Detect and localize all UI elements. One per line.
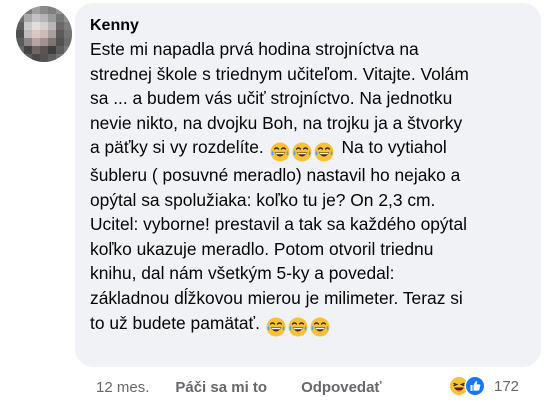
- avatar-pixel: [40, 38, 48, 46]
- reactions-summary[interactable]: 172: [448, 375, 519, 397]
- avatar-pixel: [16, 38, 24, 46]
- comment-line-with-emoji: a päťky si vy rozdelíte. Na to vytiahol: [90, 135, 529, 163]
- avatar-pixel: [56, 30, 64, 38]
- avatar-pixel: [24, 22, 32, 30]
- avatar[interactable]: [16, 6, 72, 62]
- avatar-pixel: [16, 6, 24, 14]
- avatar-pixel: [48, 14, 56, 22]
- like-reaction-icon: [464, 375, 486, 397]
- avatar-pixel: [48, 46, 56, 54]
- comment-line: nevie nikto, na dvojku Boh, na trojku ja…: [90, 112, 463, 133]
- comment-line: knihu, dal nám všetkým 5-ky a povedal:: [90, 263, 395, 284]
- comment-line: základnou dĺžkovou mierou je milimeter. …: [90, 287, 463, 308]
- avatar-pixel: [64, 38, 72, 46]
- avatar-pixel: [16, 30, 24, 38]
- avatar-pixel: [24, 6, 32, 14]
- comment-line: Este mi napadla prvá hodina strojníctva …: [90, 39, 419, 59]
- avatar-pixel: [16, 22, 24, 30]
- avatar-pixel: [64, 30, 72, 38]
- avatar-pixel: [40, 14, 48, 22]
- avatar-pixel: [16, 46, 24, 54]
- avatar-pixel: [32, 46, 40, 54]
- avatar-pixel: [48, 22, 56, 30]
- laughing-tears-emoji: [291, 141, 312, 162]
- avatar-pixel: [56, 46, 64, 54]
- avatar-pixel: [48, 54, 56, 62]
- comment-line-segment: to už budete pamätať.: [90, 312, 260, 333]
- avatar-pixel: [24, 46, 32, 54]
- avatar-pixel: [56, 54, 64, 62]
- laughing-tears-emoji: [287, 316, 308, 337]
- avatar-pixel: [32, 38, 40, 46]
- avatar-pixel: [56, 14, 64, 22]
- avatar-pixel: [32, 30, 40, 38]
- comment-timestamp[interactable]: 12 mes.: [96, 379, 149, 396]
- comment-line: Ucitel: vyborne! prestavil a tak sa každ…: [90, 214, 467, 235]
- avatar-pixel: [40, 30, 48, 38]
- reply-button[interactable]: Odpovedať: [301, 379, 382, 396]
- avatar-pixel: [56, 22, 64, 30]
- laughing-tears-emoji: [269, 141, 290, 162]
- avatar-pixel: [48, 6, 56, 14]
- like-button[interactable]: Páči sa mi to: [175, 379, 267, 396]
- comment-bubble: Kenny Este mi napadla prvá hodina strojn…: [75, 3, 541, 367]
- reaction-count: 172: [494, 377, 520, 395]
- comment-line-with-emoji: to už budete pamätať.: [90, 311, 529, 339]
- avatar-pixel: [24, 14, 32, 22]
- avatar-pixel: [64, 54, 72, 62]
- avatar-pixel: [24, 54, 32, 62]
- avatar-pixel: [32, 6, 40, 14]
- laughing-tears-emoji: [309, 316, 330, 337]
- avatar-pixel: [16, 54, 24, 62]
- comment-text: Este mi napadla prvá hodina strojníctva …: [90, 37, 529, 338]
- emoji-group: [269, 138, 336, 163]
- comment-line-segment: Na to vytiahol: [341, 137, 447, 158]
- avatar-pixel: [48, 30, 56, 38]
- comment-line: strednej škole s triednym učiteľom. Vita…: [90, 63, 469, 84]
- avatar-pixel: [48, 38, 56, 46]
- avatar-pixel: [56, 6, 64, 14]
- comment-line: koľko ukazuje meradlo. Potom otvoril tri…: [90, 238, 434, 259]
- laughing-tears-emoji: [265, 316, 286, 337]
- avatar-pixel: [64, 6, 72, 14]
- comment-line: sa ... a budem vás učiť strojníctvo. Na …: [90, 88, 453, 109]
- avatar-pixel: [40, 6, 48, 14]
- avatar-pixel: [32, 22, 40, 30]
- comment-actions: 12 mes. Páči sa mi to Odpovedať: [96, 377, 382, 397]
- avatar-pixel: [64, 22, 72, 30]
- avatar-pixel: [56, 38, 64, 46]
- avatar-pixel: [32, 54, 40, 62]
- avatar-pixel: [40, 46, 48, 54]
- comment-line-segment: a päťky si vy rozdelíte.: [90, 137, 264, 158]
- comment-line: šubleru ( posuvné meradlo) nastavil ho n…: [90, 164, 461, 185]
- avatar-pixel: [40, 54, 48, 62]
- emoji-group: [265, 314, 332, 339]
- avatar-pixel: [24, 30, 32, 38]
- comment-author[interactable]: Kenny: [90, 17, 529, 35]
- avatar-pixel: [16, 14, 24, 22]
- comment-line: opýtal sa spolužiaka: koľko tu je? On 2,…: [90, 189, 436, 210]
- avatar-pixel: [40, 22, 48, 30]
- avatar-pixel: [64, 46, 72, 54]
- avatar-pixel: [32, 14, 40, 22]
- avatar-pixel: [24, 38, 32, 46]
- laughing-tears-emoji: [313, 141, 334, 162]
- avatar-pixel: [64, 14, 72, 22]
